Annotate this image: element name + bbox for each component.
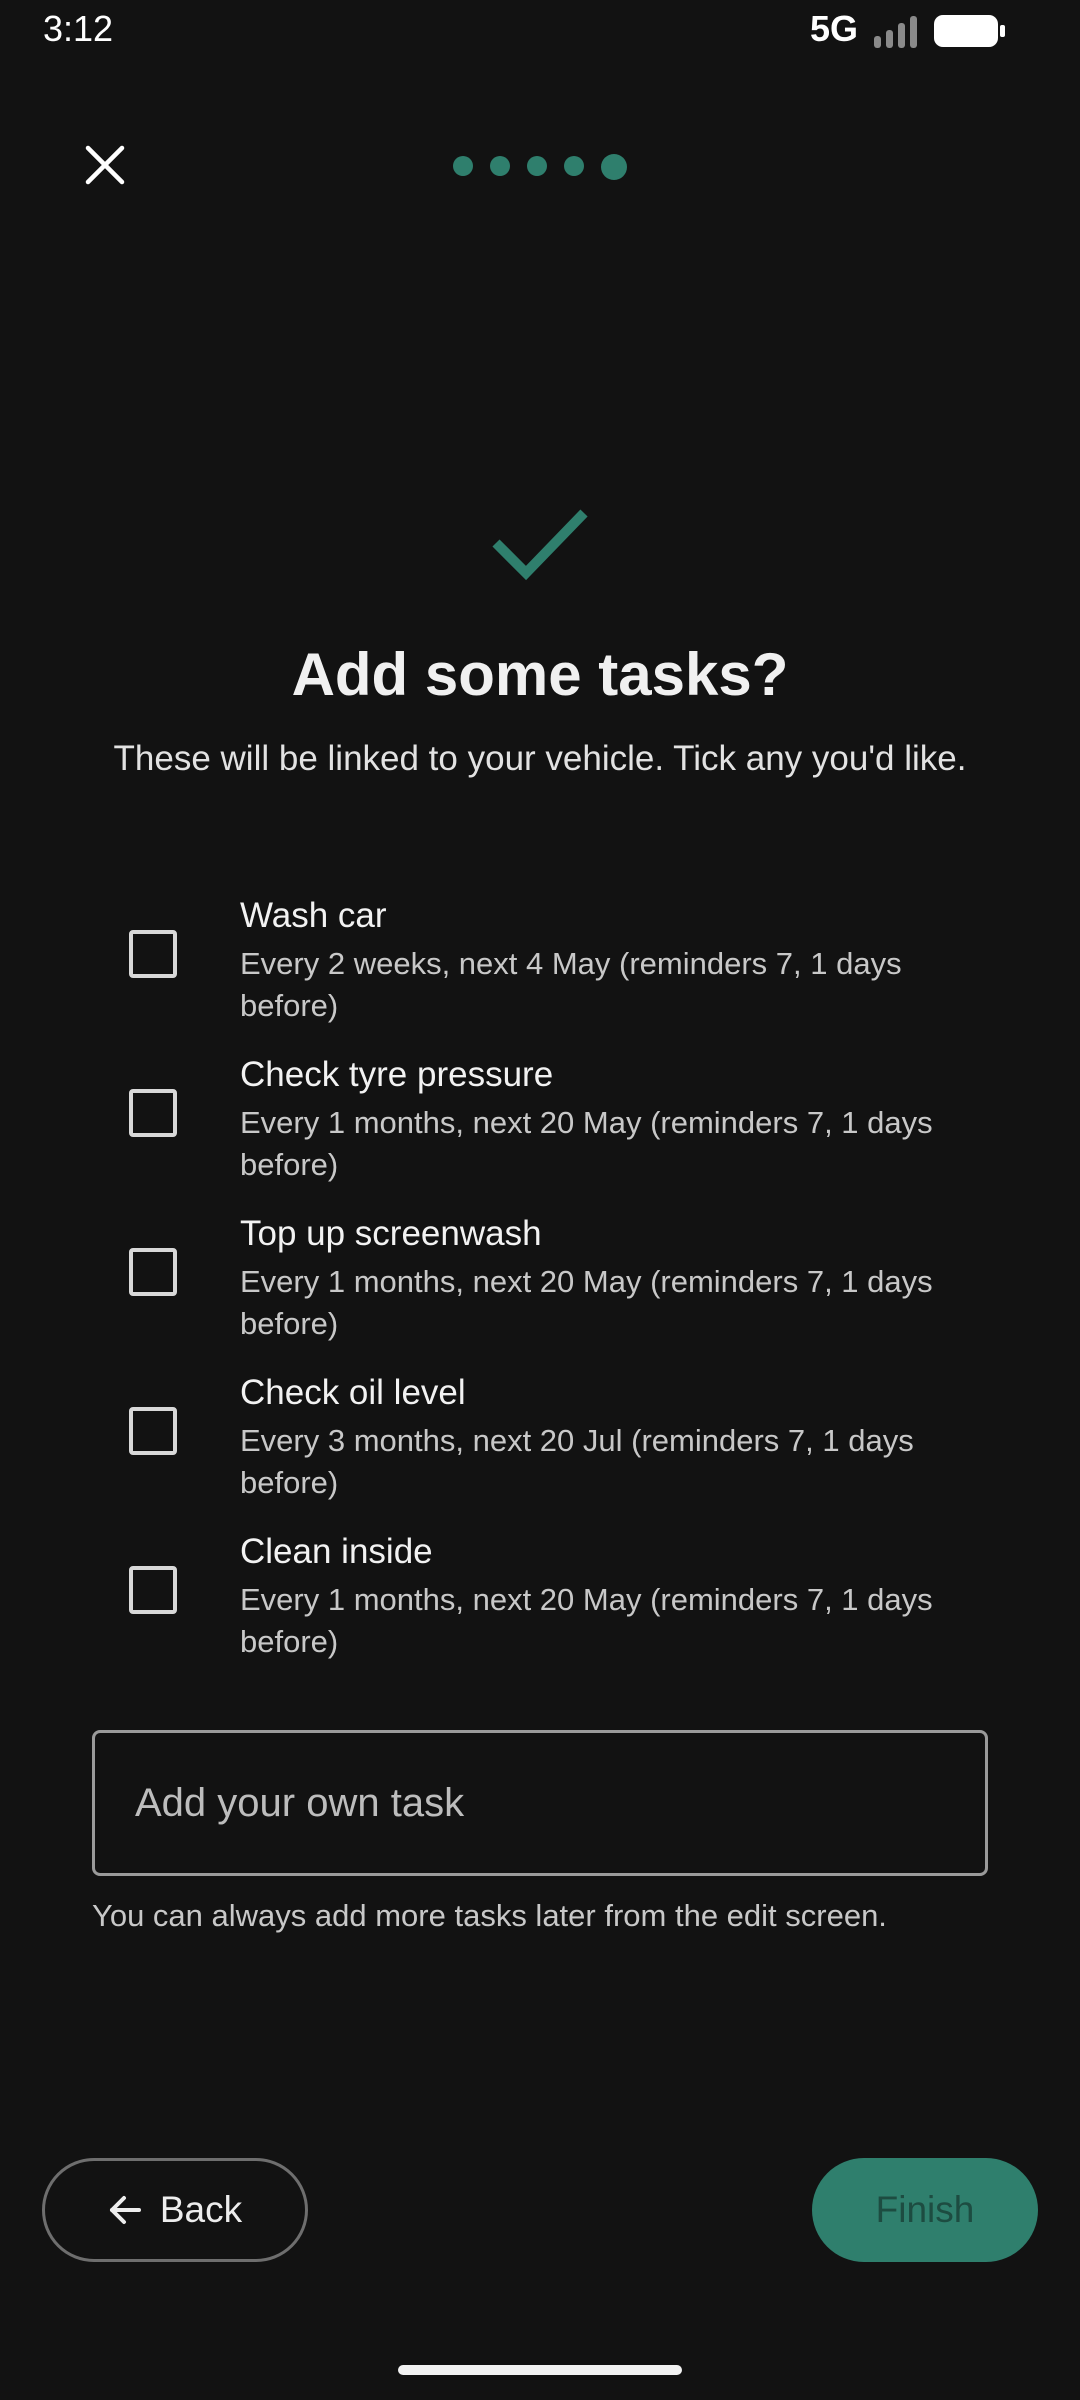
battery-icon (934, 15, 1005, 47)
task-option-clean-inside[interactable]: Clean inside Every 1 months, next 20 May… (120, 1532, 1020, 1682)
task-title: Check tyre pressure (240, 1055, 554, 1094)
helper-text: You can always add more tasks later from… (92, 1898, 887, 1933)
task-title: Check oil level (240, 1373, 466, 1412)
progress-dot (527, 156, 547, 176)
task-checkbox[interactable] (129, 1248, 177, 1296)
task-checkbox[interactable] (129, 1566, 177, 1614)
add-own-task-placeholder: Add your own task (135, 1781, 465, 1825)
status-bar: 3:12 5G (0, 0, 1080, 64)
task-description: Every 3 months, next 20 Jul (reminders 7… (240, 1423, 914, 1500)
signal-bars-icon (874, 16, 917, 48)
page-subtitle: These will be linked to your vehicle. Ti… (113, 739, 967, 778)
task-option-wash-car[interactable]: Wash car Every 2 weeks, next 4 May (remi… (120, 896, 1020, 1046)
task-option-top-up-screenwash[interactable]: Top up screenwash Every 1 months, next 2… (120, 1214, 1020, 1364)
task-description: Every 1 months, next 20 May (reminders 7… (240, 1105, 933, 1182)
home-indicator[interactable] (398, 2365, 682, 2375)
close-icon (85, 145, 125, 185)
progress-dot-current (601, 154, 627, 180)
back-button[interactable]: Back (42, 2158, 308, 2262)
task-checkbox[interactable] (129, 930, 177, 978)
add-own-task-input[interactable]: Add your own task (92, 1730, 988, 1876)
back-button-label: Back (159, 2189, 243, 2230)
finish-button-label: Finish (875, 2189, 975, 2230)
task-title: Clean inside (240, 1532, 433, 1571)
task-option-check-tyre-pressure[interactable]: Check tyre pressure Every 1 months, next… (120, 1055, 1020, 1205)
progress-dot (564, 156, 584, 176)
task-description: Every 1 months, next 20 May (reminders 7… (240, 1264, 933, 1341)
progress-dot (453, 156, 473, 176)
step-progress-indicator (453, 154, 627, 180)
page-title: Add some tasks? (291, 641, 789, 708)
task-title: Wash car (240, 896, 387, 935)
task-title: Top up screenwash (240, 1214, 542, 1253)
arrow-left-icon (109, 2196, 141, 2224)
task-checkbox[interactable] (129, 1089, 177, 1137)
task-checkbox[interactable] (129, 1407, 177, 1455)
close-button[interactable] (70, 130, 140, 200)
network-type: 5G (810, 8, 859, 49)
checkmark-icon (492, 509, 588, 581)
finish-button[interactable]: Finish (812, 2158, 1038, 2262)
progress-dot (490, 156, 510, 176)
task-description: Every 1 months, next 20 May (reminders 7… (240, 1582, 933, 1659)
status-time: 3:12 (43, 8, 114, 49)
task-option-check-oil-level[interactable]: Check oil level Every 3 months, next 20 … (120, 1373, 1020, 1523)
task-description: Every 2 weeks, next 4 May (reminders 7, … (240, 946, 902, 1023)
